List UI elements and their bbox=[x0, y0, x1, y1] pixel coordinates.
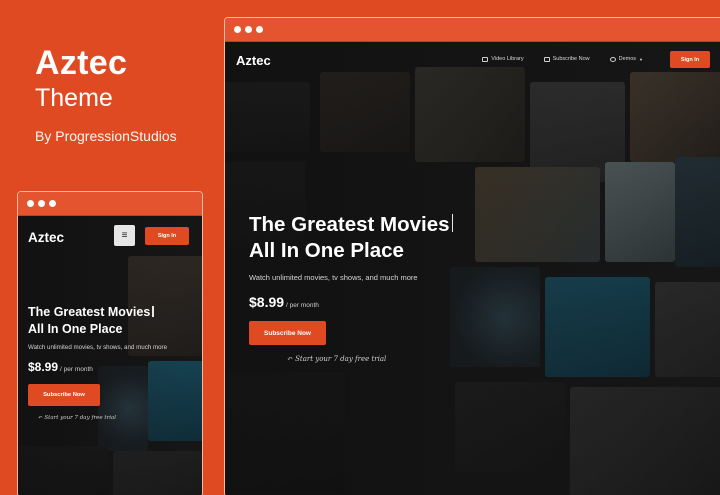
desktop-hero: The Greatest Movies All In One Place Wat… bbox=[249, 212, 454, 363]
window-dot-icon bbox=[38, 200, 45, 207]
mobile-hero-subtext: Watch unlimited movies, tv shows, and mu… bbox=[28, 344, 168, 351]
nav-subscribe-now[interactable]: Subscribe Now bbox=[543, 56, 590, 62]
card-icon bbox=[543, 56, 550, 62]
mobile-hero-headline-line-2: All In One Place bbox=[28, 321, 123, 336]
window-dot-icon bbox=[27, 200, 34, 207]
curved-arrow-icon: ↶ bbox=[287, 355, 296, 363]
mobile-hero-headline-line-1-text: The Greatest Movies bbox=[28, 305, 151, 319]
mobile-free-trial-note: ↶ Start your 7 day free trial bbox=[38, 415, 167, 421]
nav-demos-label: Demos bbox=[618, 56, 637, 62]
hamburger-menu-button[interactable]: ≡ bbox=[114, 225, 135, 246]
mobile-site-screen: Aztec ≡ Sign In The Greatest Movies All … bbox=[18, 216, 202, 495]
mobile-hero-headline-line-1: The Greatest Movies bbox=[28, 304, 167, 321]
price-amount: $8.99 bbox=[249, 294, 285, 310]
hero-headline-line-1: The Greatest Movies bbox=[249, 212, 454, 238]
hero-headline: The Greatest Movies All In One Place bbox=[249, 212, 454, 264]
brand-block: Aztec Theme By ProgressionStudios bbox=[35, 44, 177, 144]
price-unit: / per month bbox=[286, 302, 319, 309]
desktop-navbar: Aztec Video Library Subscribe Now Demos … bbox=[225, 42, 720, 82]
text-cursor-icon bbox=[152, 305, 154, 317]
nav-demos[interactable]: Demos ▼ bbox=[609, 56, 643, 62]
mobile-site-logo[interactable]: Aztec bbox=[28, 230, 64, 245]
free-trial-note: ↶ Start your 7 day free trial bbox=[287, 355, 453, 363]
mobile-hero: The Greatest Movies All In One Place Wat… bbox=[28, 304, 167, 421]
sign-in-button[interactable]: Sign In bbox=[670, 51, 710, 68]
hero-headline-line-1-text: The Greatest Movies bbox=[249, 213, 450, 236]
globe-icon bbox=[609, 56, 616, 62]
subscribe-now-button[interactable]: Subscribe Now bbox=[249, 321, 326, 345]
brand-subtitle: Theme bbox=[35, 84, 113, 112]
mobile-subscribe-now-button[interactable]: Subscribe Now bbox=[28, 384, 100, 406]
window-controls bbox=[234, 26, 263, 33]
hero-headline-line-2: All In One Place bbox=[249, 239, 404, 262]
mobile-titlebar bbox=[18, 192, 202, 216]
text-cursor-icon bbox=[451, 213, 454, 232]
window-dot-icon bbox=[245, 26, 252, 33]
window-controls bbox=[27, 200, 56, 207]
site-logo[interactable]: Aztec bbox=[236, 53, 271, 68]
window-dot-icon bbox=[234, 26, 241, 33]
mobile-browser-window: Aztec ≡ Sign In The Greatest Movies All … bbox=[17, 191, 203, 495]
browser-titlebar bbox=[225, 18, 720, 42]
desktop-site-screen: Aztec Video Library Subscribe Now Demos … bbox=[225, 42, 720, 495]
mobile-free-trial-text: Start your 7 day free trial bbox=[44, 415, 117, 421]
window-dot-icon bbox=[49, 200, 56, 207]
window-dot-icon bbox=[256, 26, 263, 33]
brand-title: Aztec bbox=[35, 44, 128, 82]
mobile-sign-in-button[interactable]: Sign In bbox=[145, 227, 189, 245]
free-trial-text: Start your 7 day free trial bbox=[295, 355, 387, 363]
mobile-price-amount: $8.99 bbox=[28, 360, 59, 374]
hero-subtext: Watch unlimited movies, tv shows, and mu… bbox=[249, 273, 418, 282]
brand-byline: By ProgressionStudios bbox=[35, 128, 177, 144]
monitor-icon bbox=[482, 56, 489, 62]
hero-price: $8.99/ per month bbox=[249, 294, 453, 310]
mobile-hero-headline: The Greatest Movies All In One Place bbox=[28, 304, 167, 337]
nav-video-library-label: Video Library bbox=[491, 56, 524, 62]
nav-links: Video Library Subscribe Now Demos ▼ bbox=[482, 56, 643, 62]
mobile-price-unit: / per month bbox=[60, 366, 93, 373]
chevron-down-icon: ▼ bbox=[639, 56, 643, 62]
desktop-browser-window: Aztec Video Library Subscribe Now Demos … bbox=[224, 17, 720, 495]
hamburger-icon: ≡ bbox=[121, 230, 128, 241]
nav-subscribe-now-label: Subscribe Now bbox=[552, 56, 590, 62]
nav-video-library[interactable]: Video Library bbox=[482, 56, 524, 62]
mobile-hero-price: $8.99/ per month bbox=[28, 360, 167, 374]
